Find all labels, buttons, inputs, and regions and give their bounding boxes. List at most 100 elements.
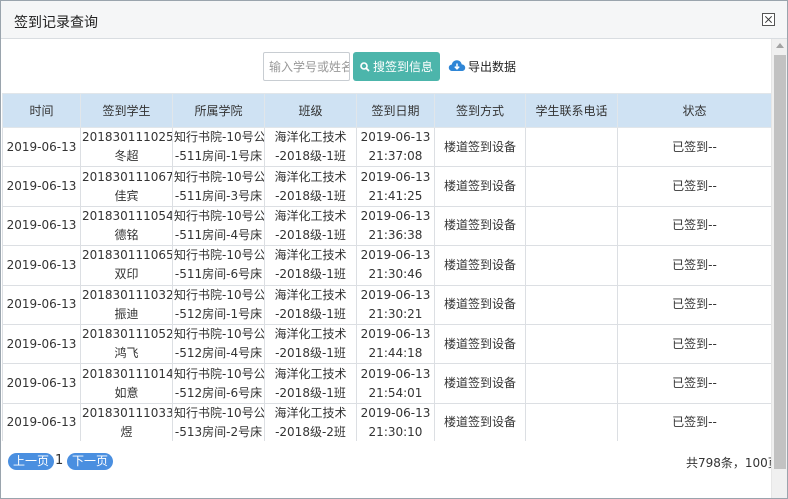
table-row[interactable]: 2019-06-13 201830111014-崔如意 知行书院-10号公寓 -5…: [2, 363, 771, 404]
student-name: 佳宾: [114, 188, 139, 203]
cell-time: 2019-06-13: [2, 166, 81, 207]
table-row[interactable]: 2019-06-13 201830111065-高双印 知行书院-10号公寓 -5…: [2, 245, 771, 286]
dorm-room: -512房间-4号床: [174, 346, 263, 361]
search-button[interactable]: 搜签到信息: [353, 52, 440, 81]
dialog-header: 签到记录查询: [1, 1, 787, 39]
cell-class: 海洋化工技术 -2018级-1班: [264, 245, 357, 286]
cell-student: 201830111025-纪冬超: [80, 126, 173, 168]
column-header-class: 班级: [264, 93, 357, 128]
cell-class: 海洋化工技术 -2018级-1班: [264, 205, 357, 247]
cell-method: 楼道签到设备: [434, 245, 526, 286]
cell-date: 2019-06-13 21:30:21: [356, 284, 435, 325]
cell-class: 海洋化工技术 -2018级-1班: [264, 126, 357, 168]
cell-method: 楼道签到设备: [434, 284, 526, 325]
column-header-college: 所属学院: [172, 93, 265, 128]
student-id: 201830111065-高: [82, 248, 173, 263]
cell-college: 知行书院-10号公寓 -512房间-1号床: [172, 284, 265, 325]
column-header-time: 时间: [2, 93, 81, 128]
dorm-room: -513房间-2号床: [174, 424, 263, 439]
cell-date: 2019-06-13 21:54:01: [356, 363, 435, 404]
student-id: 201830111067-徐: [82, 169, 173, 184]
table-row[interactable]: 2019-06-13 201830111052-杨鸿飞 知行书院-10号公寓 -5…: [2, 323, 771, 365]
cell-method: 楼道签到设备: [434, 363, 526, 404]
table-row[interactable]: 2019-06-13 201830111025-纪冬超 知行书院-10号公寓 -5…: [2, 126, 771, 168]
cell-method: 楼道签到设备: [434, 166, 526, 207]
cloud-download-icon: [448, 60, 466, 71]
table-row[interactable]: 2019-06-13 201830111032-付振迪 知行书院-10号公寓 -5…: [2, 284, 771, 325]
sign-time: 21:37:08: [368, 149, 423, 164]
class-major: 海洋化工技术: [274, 248, 347, 263]
export-data-button[interactable]: 导出数据: [448, 55, 516, 77]
cell-method: 楼道签到设备: [434, 126, 526, 168]
table-row[interactable]: 2019-06-13 201830111033-王煜 知行书院-10号公寓 -51…: [2, 402, 771, 441]
cell-college: 知行书院-10号公寓 -511房间-6号床: [172, 245, 265, 286]
class-grade: -2018级-1班: [275, 385, 346, 400]
dorm-building: 知行书院-10号公寓: [174, 130, 265, 145]
column-header-student: 签到学生: [80, 93, 173, 128]
cell-college: 知行书院-10号公寓 -511房间-3号床: [172, 166, 265, 207]
cell-time: 2019-06-13: [2, 284, 81, 325]
class-major: 海洋化工技术: [274, 169, 347, 184]
cell-college: 知行书院-10号公寓 -512房间-4号床: [172, 323, 265, 365]
export-data-label: 导出数据: [468, 59, 517, 74]
cell-student: 201830111052-杨鸿飞: [80, 323, 173, 365]
prev-page-button[interactable]: 上一页: [8, 453, 55, 470]
current-page-number[interactable]: 1: [55, 453, 63, 468]
records-table-container: 时间 签到学生 所属学院 班级 签到日期 签到方式 学生联系电话 状态 详情 2…: [2, 93, 771, 441]
class-major: 海洋化工技术: [274, 130, 347, 145]
dorm-building: 知行书院-10号公寓: [174, 327, 265, 342]
cell-time: 2019-06-13: [2, 126, 81, 168]
cell-phone: [525, 245, 618, 286]
cell-date: 2019-06-13 21:37:08: [356, 126, 435, 168]
cell-phone: [525, 402, 618, 441]
dorm-room: -511房间-6号床: [174, 267, 263, 282]
student-name: 冬超: [114, 149, 139, 164]
column-header-method: 签到方式: [434, 93, 526, 128]
cell-phone: [525, 126, 618, 168]
dorm-building: 知行书院-10号公寓: [174, 248, 265, 263]
sign-date: 2019-06-13: [360, 248, 431, 263]
cell-class: 海洋化工技术 -2018级-1班: [264, 323, 357, 365]
search-icon: [360, 61, 370, 72]
cell-student: 201830111065-高双印: [80, 245, 173, 286]
class-major: 海洋化工技术: [274, 287, 347, 302]
dorm-room: -512房间-6号床: [174, 385, 263, 400]
scroll-up-arrow-icon[interactable]: [776, 43, 784, 48]
cell-status: 已签到--: [617, 284, 771, 325]
cell-status: 已签到--: [617, 363, 771, 404]
cell-status: 已签到--: [617, 166, 771, 207]
class-grade: -2018级-1班: [275, 188, 346, 203]
vertical-scrollbar[interactable]: [771, 39, 787, 498]
sign-time: 21:44:18: [368, 346, 423, 361]
cell-college: 知行书院-10号公寓 -511房间-1号床: [172, 126, 265, 168]
cell-phone: [525, 205, 618, 247]
scroll-thumb[interactable]: [774, 55, 786, 469]
table-row[interactable]: 2019-06-13 201830111067-徐佳宾 知行书院-10号公寓 -5…: [2, 166, 771, 207]
cell-college: 知行书院-10号公寓 -512房间-6号床: [172, 363, 265, 404]
search-input[interactable]: [263, 52, 350, 81]
student-id: 201830111014-崔: [82, 366, 173, 381]
total-count: 共798条，100页: [686, 456, 771, 470]
cell-phone: [525, 166, 618, 207]
class-major: 海洋化工技术: [274, 366, 347, 381]
sign-time: 21:30:46: [368, 267, 423, 282]
class-grade: -2018级-2班: [275, 424, 346, 439]
cell-status: 已签到--: [617, 245, 771, 286]
sign-date: 2019-06-13: [360, 169, 431, 184]
cell-date: 2019-06-13 21:41:25: [356, 166, 435, 207]
close-icon[interactable]: [762, 13, 775, 26]
sign-date: 2019-06-13: [360, 208, 431, 223]
class-grade: -2018级-1班: [275, 227, 346, 242]
cell-class: 海洋化工技术 -2018级-1班: [264, 166, 357, 207]
table-row[interactable]: 2019-06-13 201830111054-孔德铭 知行书院-10号公寓 -5…: [2, 205, 771, 247]
sign-date: 2019-06-13: [360, 327, 431, 342]
sign-time: 21:36:38: [368, 227, 423, 242]
dorm-room: -511房间-4号床: [174, 227, 263, 242]
cell-status: 已签到--: [617, 205, 771, 247]
cell-status: 已签到--: [617, 402, 771, 441]
cell-method: 楼道签到设备: [434, 205, 526, 247]
cell-student: 201830111033-王煜: [80, 402, 173, 441]
sign-date: 2019-06-13: [360, 405, 431, 420]
next-page-button[interactable]: 下一页: [67, 453, 114, 470]
cell-method: 楼道签到设备: [434, 402, 526, 441]
